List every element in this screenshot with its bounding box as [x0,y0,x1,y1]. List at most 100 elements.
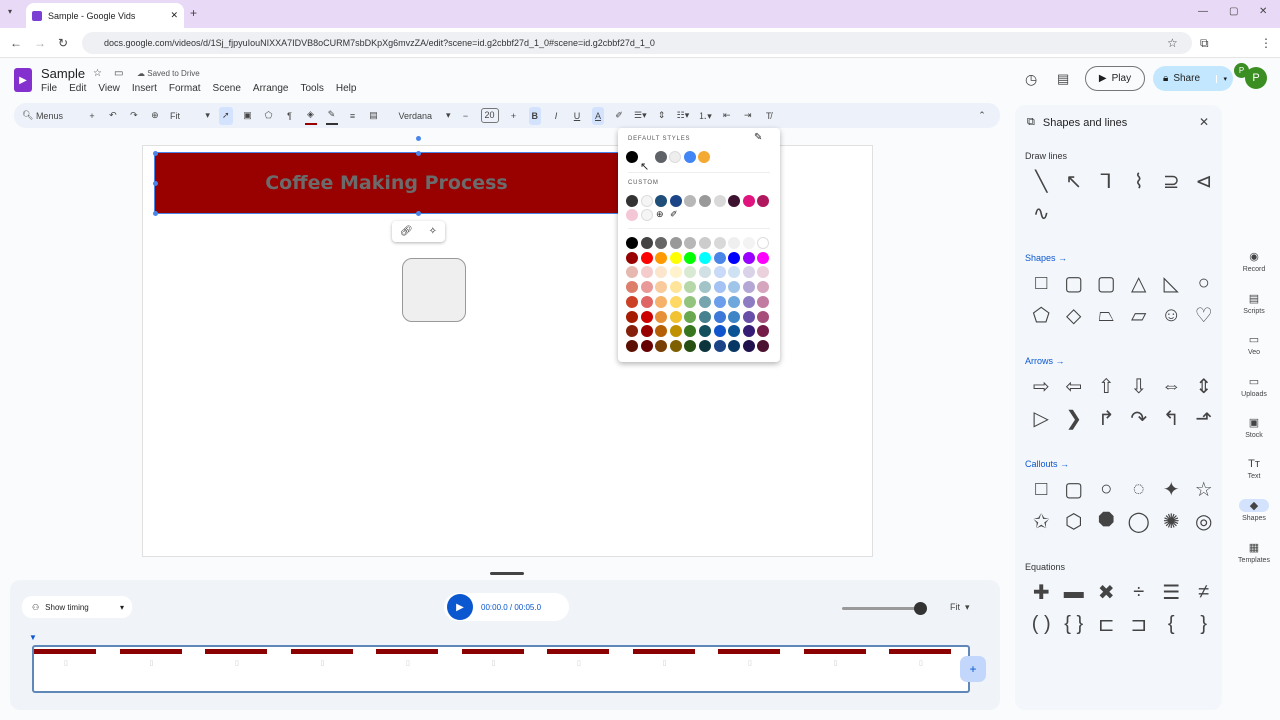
palette-color-swatch[interactable] [640,339,653,352]
border-color-icon[interactable]: ✎ [325,107,338,125]
section-shapes[interactable]: Shapes → [1025,253,1067,263]
shape-option-icon[interactable]: ♡ [1188,303,1221,327]
shape-option-icon[interactable]: ⬏ [1188,406,1221,430]
shape-option-icon[interactable]: ⇕ [1188,374,1221,398]
palette-color-swatch[interactable] [640,325,653,338]
clear-formatting-icon[interactable]: T̸ [763,107,775,125]
palette-color-swatch[interactable] [713,310,726,323]
shape-option-icon[interactable]: ❯ [1058,406,1091,430]
shape-option-icon[interactable]: ⌇ [1123,169,1156,193]
edit-theme-icon[interactable]: ✎ [754,132,762,143]
custom-color-swatch[interactable] [713,195,726,207]
shape-option-icon[interactable]: { [1155,612,1188,636]
shape-option-icon[interactable]: ⇧ [1090,374,1123,398]
palette-color-swatch[interactable] [699,325,711,338]
custom-color-swatch[interactable] [742,195,755,207]
shape-option-icon[interactable]: ✖ [1090,580,1123,604]
palette-color-swatch[interactable] [699,295,711,308]
minimize-icon[interactable]: — [1198,6,1208,17]
palette-color-swatch[interactable] [728,310,741,323]
custom-color-swatch[interactable] [699,195,711,207]
collapse-toolbar-icon[interactable]: ⌃ [976,107,988,125]
palette-color-swatch[interactable] [713,251,726,264]
shape-option-icon[interactable]: } [1188,612,1221,636]
playhead-marker[interactable]: ▼ [29,633,37,642]
forward-icon[interactable]: → [34,36,46,50]
palette-color-swatch[interactable] [669,295,682,308]
version-history-icon[interactable]: ◷ [1025,71,1037,88]
palette-color-swatch[interactable] [655,339,668,352]
share-dropdown-icon[interactable]: ▾ [1216,74,1227,83]
resize-handle[interactable] [153,151,158,156]
shape-option-icon[interactable]: ⯃ [1090,509,1123,533]
custom-color-swatch[interactable] [669,195,682,207]
shape-option-icon[interactable]: ⇩ [1123,374,1156,398]
palette-color-swatch[interactable] [626,251,638,264]
palette-color-swatch[interactable] [699,339,711,352]
resize-handle[interactable] [416,151,421,156]
palette-color-swatch[interactable] [742,310,755,323]
border-weight-icon[interactable]: ≡ [347,107,359,125]
palette-color-swatch[interactable] [640,310,653,323]
palette-color-swatch[interactable] [699,251,711,264]
shape-option-icon[interactable]: ◎ [1188,509,1221,533]
palette-color-swatch[interactable] [728,281,741,294]
highlight-icon[interactable]: ✐ [613,107,625,125]
shape-option-icon[interactable]: ✩ [1025,509,1058,533]
palette-color-swatch[interactable] [728,266,741,279]
palette-color-swatch[interactable] [669,325,682,338]
rail-item-veo[interactable]: ▭ Veo [1228,333,1280,375]
numbered-list-icon[interactable]: ⒈▾ [698,107,712,125]
section-callouts[interactable]: Callouts → [1025,459,1069,469]
shape-option-icon[interactable]: ⬠ [1025,303,1058,327]
menu-view[interactable]: View [98,83,120,94]
rail-item-record[interactable]: ◉ Record [1228,250,1280,292]
palette-color-swatch[interactable] [757,237,770,249]
palette-color-swatch[interactable] [626,281,638,294]
play-preview-button[interactable]: ▶ [447,594,473,620]
default-color-swatch[interactable] [698,151,711,163]
palette-color-swatch[interactable] [669,237,682,249]
palette-color-swatch[interactable] [684,310,697,323]
palette-color-swatch[interactable] [713,237,726,249]
zoom-icon[interactable]: ⊕ [149,107,161,125]
scene-clip[interactable] [718,649,780,654]
palette-color-swatch[interactable] [669,251,682,264]
palette-color-swatch[interactable] [728,251,741,264]
rail-item-shapes[interactable]: ◆ Shapes [1228,499,1280,541]
timeline-zoom-select[interactable]: Fit ▾ [950,602,970,613]
bold-icon[interactable]: B [528,106,542,125]
browser-tab[interactable]: Sample - Google Vids ✕ [26,3,184,28]
scene-clip[interactable] [547,649,609,654]
timeline-zoom-slider[interactable] [842,607,920,610]
palette-color-swatch[interactable] [669,281,682,294]
new-tab-icon[interactable]: + [190,6,197,20]
palette-color-swatch[interactable] [713,281,726,294]
reload-icon[interactable]: ↻ [58,36,68,50]
shape-option-icon[interactable]: ⏢ [1090,303,1123,327]
shape-option-icon[interactable]: ↷ [1123,406,1156,430]
new-scene-icon[interactable]: + [86,107,98,125]
palette-color-swatch[interactable] [655,295,668,308]
increase-font-size-icon[interactable]: + [508,107,520,125]
palette-color-swatch[interactable] [626,266,638,279]
shape-option-icon[interactable]: ≠ [1188,580,1221,604]
palette-color-swatch[interactable] [742,339,755,352]
scene-clip[interactable] [889,649,951,654]
shape-option-icon[interactable]: ⇔ [1155,374,1188,398]
browser-menu-icon[interactable]: ⋮ [1260,36,1272,50]
palette-color-swatch[interactable] [742,266,755,279]
palette-color-swatch[interactable] [655,237,668,249]
palette-color-swatch[interactable] [626,325,638,338]
palette-color-swatch[interactable] [640,281,653,294]
palette-color-swatch[interactable] [669,310,682,323]
shape-option-icon[interactable]: ✦ [1155,477,1188,501]
shape-option-icon[interactable]: ▢ [1058,271,1091,295]
palette-color-swatch[interactable] [640,237,653,249]
scene-clip[interactable] [461,649,524,654]
palette-color-swatch[interactable] [655,251,668,264]
extensions-icon[interactable]: ⧉ [1200,36,1209,51]
palette-color-swatch[interactable] [713,295,726,308]
shape-option-icon[interactable]: ⇦ [1058,374,1091,398]
menu-arrange[interactable]: Arrange [253,83,289,94]
